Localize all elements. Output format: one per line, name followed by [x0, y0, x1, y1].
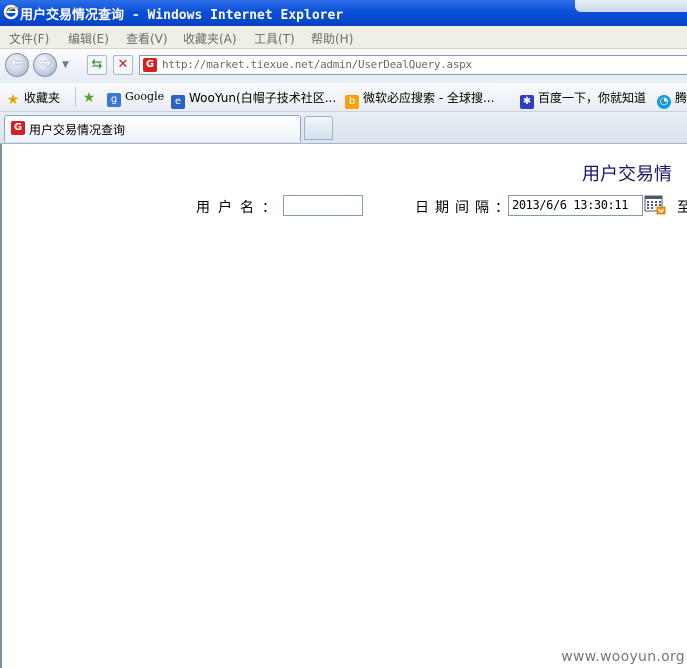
favorites-divider — [75, 87, 76, 107]
favorites-button[interactable]: ★ 收藏夹 — [6, 89, 60, 107]
bing-icon: b — [345, 95, 359, 109]
favorite-label: Google — [125, 90, 165, 103]
forward-arrow-icon: → — [39, 55, 51, 71]
tencent-icon: ◔ — [657, 95, 671, 109]
calendar-icon[interactable] — [644, 195, 666, 215]
baidu-paw-icon: ✱ — [520, 95, 534, 109]
date-range-label: 日期间隔： — [415, 200, 515, 216]
date-from-input[interactable]: 2013/6/6 13:30:11 — [508, 195, 643, 216]
favorite-link-google[interactable]: g Google — [107, 89, 164, 107]
menu-edit[interactable]: 编辑(E) — [68, 30, 109, 47]
google-icon: g — [107, 93, 121, 107]
tab-favicon-icon: G — [11, 121, 25, 135]
watermark: www.wooyun.org — [561, 649, 685, 665]
forward-button[interactable]: → — [33, 53, 57, 77]
tab-user-deal-query[interactable]: G 用户交易情况查询 — [4, 115, 301, 142]
favorite-label: WooYun(白帽子技术社区... — [189, 91, 337, 105]
favorite-label: 百度一下，你就知道 — [538, 91, 647, 105]
back-arrow-icon: ← — [11, 55, 23, 71]
page-title: 用户交易情 — [582, 164, 672, 185]
add-favorite-button[interactable]: ★ — [82, 89, 100, 105]
refresh-icon: ⇆ — [91, 57, 103, 72]
site-favicon-icon: G — [143, 58, 157, 72]
ie-page-icon: e — [171, 95, 185, 109]
new-tab-button[interactable] — [304, 116, 333, 140]
menu-bar: 文件(F) 编辑(E) 查看(V) 收藏夹(A) 工具(T) 帮助(H) — [0, 26, 687, 49]
favorite-link-bing[interactable]: b 微软必应搜索 - 全球搜... — [345, 89, 494, 109]
history-dropdown-icon[interactable]: ▼ — [62, 60, 69, 70]
menu-file[interactable]: 文件(F) — [9, 30, 49, 47]
window-controls[interactable] — [575, 0, 687, 12]
tab-bar: G 用户交易情况查询 — [0, 112, 687, 144]
menu-tools[interactable]: 工具(T) — [254, 30, 295, 47]
back-button[interactable]: ← — [5, 53, 29, 77]
tab-label: 用户交易情况查询 — [29, 123, 126, 137]
navigation-bar: ← → ▼ ⇆ ✕ G http://market.tiexue.net/adm… — [0, 49, 687, 83]
stop-icon: ✕ — [117, 57, 129, 72]
favorite-link-wooyun[interactable]: e WooYun(白帽子技术社区... — [171, 89, 336, 109]
favorite-link-baidu[interactable]: ✱ 百度一下，你就知道 — [520, 89, 646, 109]
username-label: 用户名： — [196, 200, 284, 216]
favorites-label: 收藏夹 — [24, 91, 61, 105]
username-input[interactable] — [283, 195, 363, 216]
page-content: 用户交易情 用户名： 日期间隔： 2013/6/6 13:30:11 至 www… — [0, 144, 687, 668]
menu-view[interactable]: 查看(V) — [126, 30, 168, 47]
favorite-label: 腾 — [675, 91, 687, 105]
add-star-icon: ★ — [82, 90, 96, 106]
address-url[interactable]: http://market.tiexue.net/admin/UserDealQ… — [162, 58, 472, 71]
favorite-label: 微软必应搜索 - 全球搜... — [363, 91, 495, 105]
stop-button[interactable]: ✕ — [113, 55, 133, 75]
address-bar[interactable]: G http://market.tiexue.net/admin/UserDea… — [139, 55, 687, 75]
window-title-bar[interactable]: 用户交易情况查询 - Windows Internet Explorer — [0, 0, 687, 26]
favorite-link-tencent[interactable]: ◔ 腾 — [657, 89, 687, 109]
menu-help[interactable]: 帮助(H) — [311, 30, 353, 47]
date-to-label: 至 — [677, 200, 687, 216]
refresh-button[interactable]: ⇆ — [87, 55, 107, 75]
ie-logo-icon — [3, 4, 19, 20]
star-icon: ★ — [6, 92, 20, 108]
window-title: 用户交易情况查询 - Windows Internet Explorer — [20, 8, 344, 23]
menu-favorites[interactable]: 收藏夹(A) — [183, 30, 237, 47]
favorites-bar: ★ 收藏夹 ★ g Google e WooYun(白帽子技术社区... b 微软必应搜… — [0, 83, 687, 112]
